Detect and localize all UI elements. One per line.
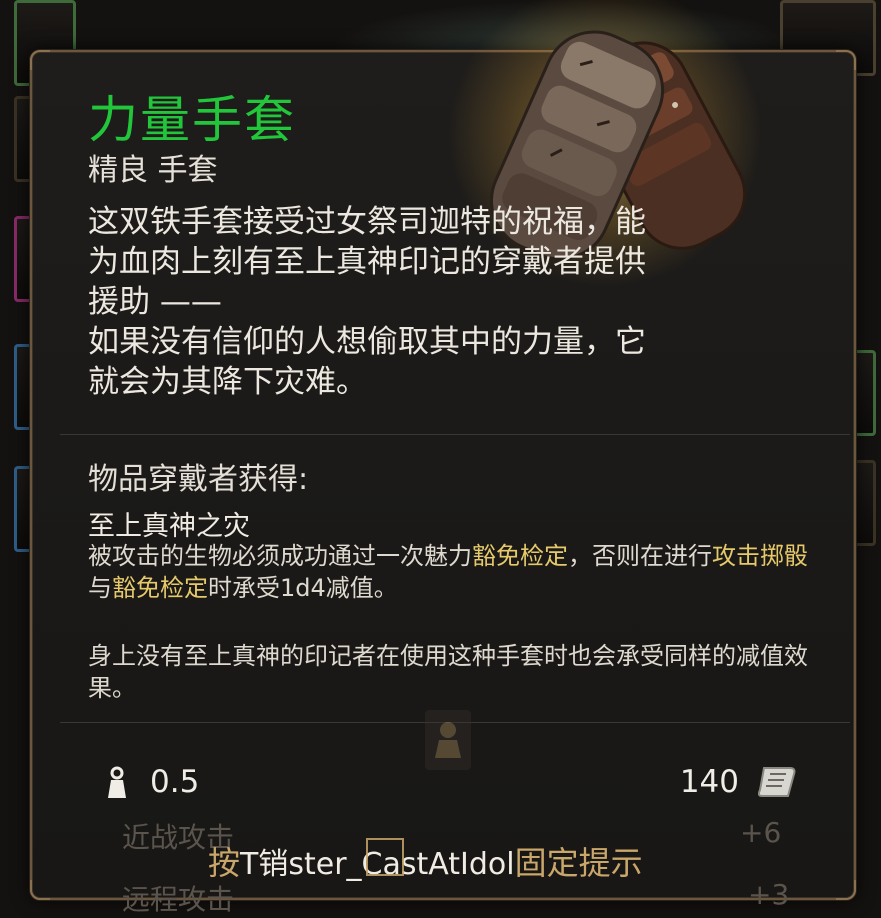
item-rarity-type: 精良 手套 [88,153,218,188]
effect-note: 身上没有至上真神的印记者在使用这种手套时也会承受同样的减值效果。 [88,642,808,702]
coin-scroll-icon [757,764,798,800]
panel-corner [836,880,856,900]
keyword-saving-throw[interactable]: 豁免检定 [472,542,568,570]
keyword-attack-roll[interactable]: 攻击掷骰 [712,542,808,570]
lock-icon [425,710,471,770]
weight-icon [104,766,130,800]
effects-header: 物品穿戴者获得: [88,462,309,497]
bg-stat-value: +6 [740,816,782,849]
price-value: 140 [679,764,739,800]
panel-corner [30,880,50,900]
effect-name: 至上真神之灾 [88,511,250,542]
panel-corner [30,50,50,70]
bg-stat-label: 远程攻击 [122,883,235,916]
pin-tooltip-hint: 按 T销ster_CastAtIdol 固定提示 [208,838,643,884]
item-name: 力量手套 [88,91,296,149]
item-description: 这双铁手套接受过女祭司迦特的祝福，能 为血肉上刻有至上真神印记的穿戴者提供 援助… [88,204,646,400]
key-icon [366,838,404,876]
effect-description: 被攻击的生物必须成功通过一次魅力豁免检定，否则在进行攻击掷骰与豁免检定时承受1d… [88,542,808,602]
panel-corner [836,50,856,70]
keyword-saving-throw[interactable]: 豁免检定 [112,574,208,602]
bg-stat-value: +3 [748,878,790,911]
divider [60,434,850,435]
weight-value: 0.5 [150,764,200,800]
